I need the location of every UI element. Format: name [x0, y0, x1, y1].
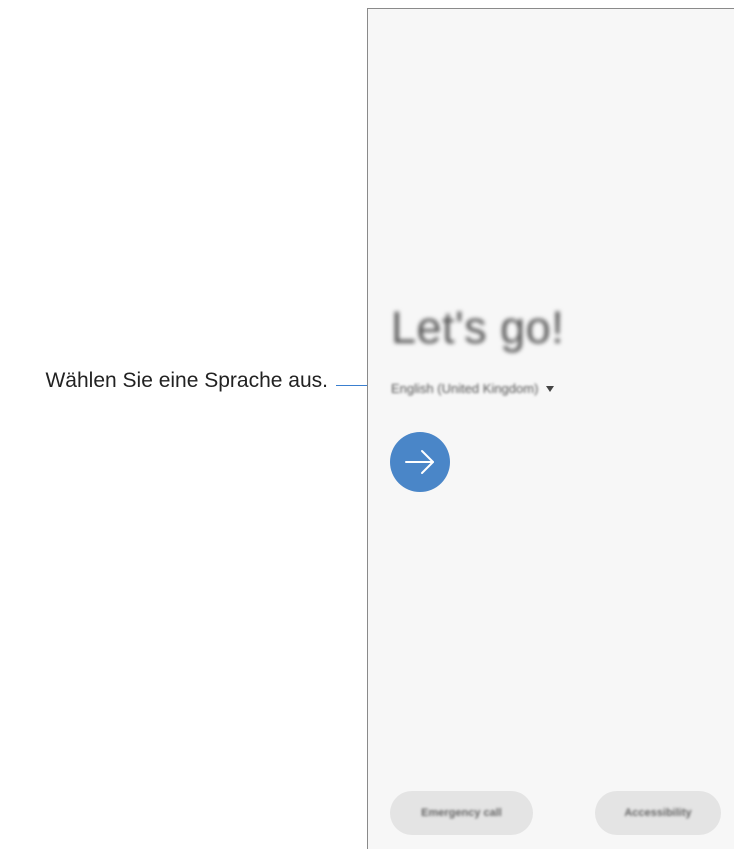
manual-figure: Wählen Sie eine Sprache aus. Let's go! E… — [0, 0, 734, 849]
emergency-call-label: Emergency call — [421, 807, 502, 819]
language-selector-value[interactable]: English (United Kingdom) — [391, 381, 538, 396]
accessibility-button[interactable]: Accessibility — [595, 791, 721, 835]
arrow-right-icon — [405, 450, 434, 474]
welcome-headline: Let's go! — [391, 302, 565, 353]
next-button[interactable] — [390, 432, 450, 492]
callout-label: Wählen Sie eine Sprache aus. — [45, 369, 328, 392]
emergency-call-button[interactable]: Emergency call — [390, 791, 533, 835]
accessibility-label: Accessibility — [624, 807, 692, 819]
phone-screen: Let's go! English (United Kingdom) Emerg… — [367, 8, 734, 849]
language-selector[interactable]: English (United Kingdom) — [391, 375, 555, 401]
dropdown-arrow-icon[interactable] — [546, 386, 555, 392]
